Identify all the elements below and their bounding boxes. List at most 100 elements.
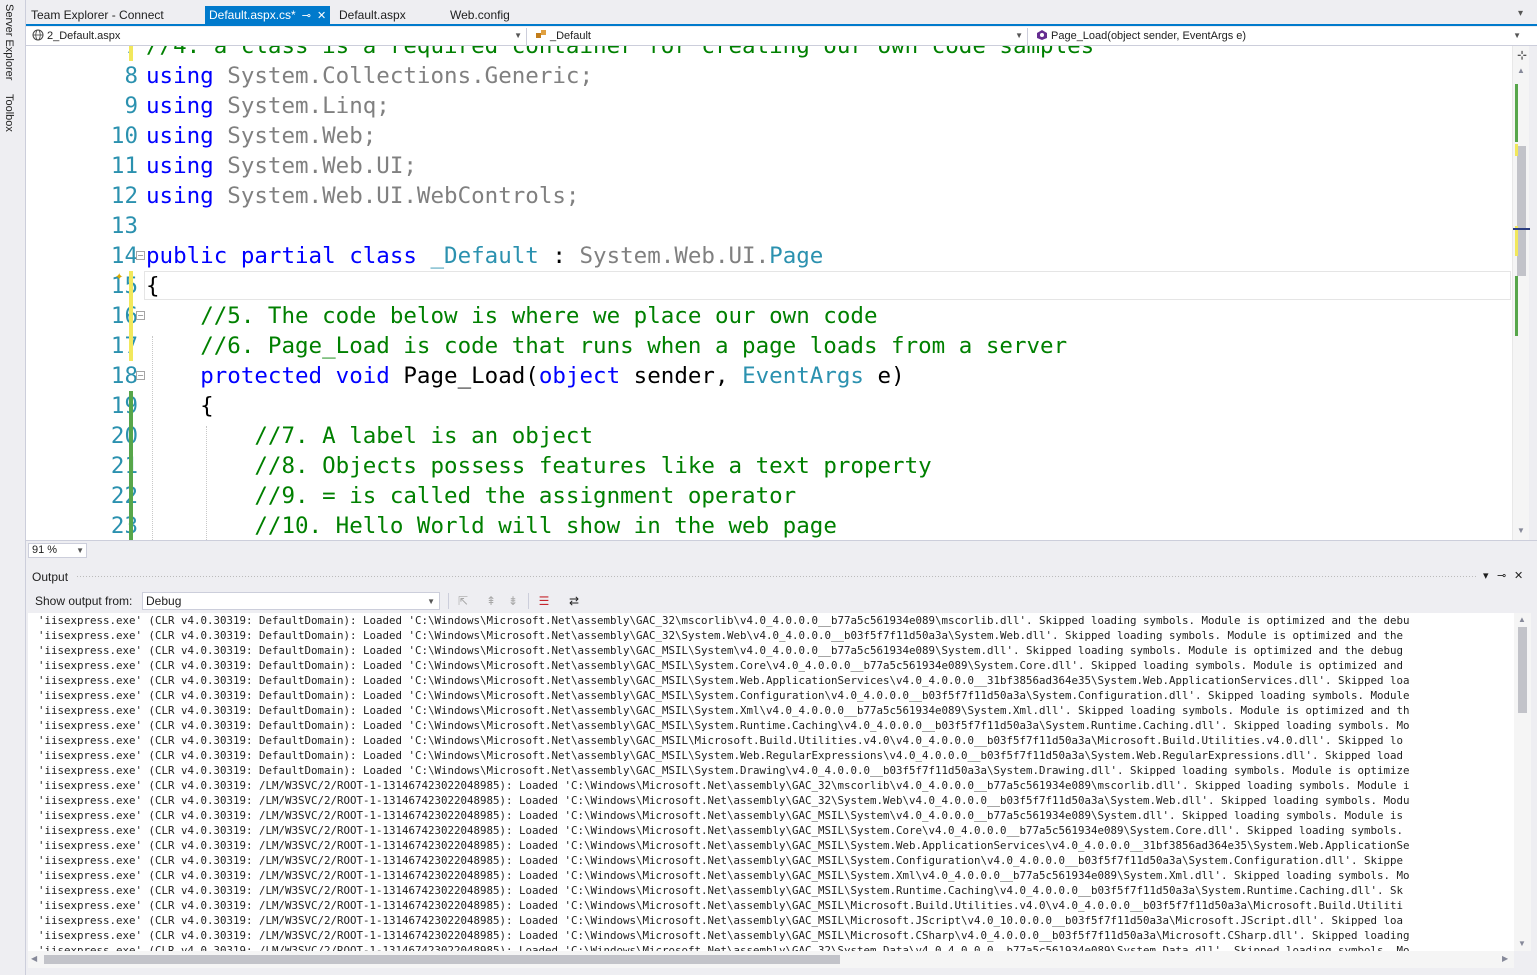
toolbar-separator [448,593,449,609]
code-line[interactable]: 10 using System.Web; [26,121,1515,151]
clear-all-icon[interactable]: ☰ [535,592,553,610]
code-line[interactable]: 9 using System.Linq; [26,91,1515,121]
caret-position-marker [1513,228,1530,230]
toolbox-tab[interactable]: Toolbox [3,94,15,132]
output-line: 'iisexpress.exe' (CLR v4.0.30319: /LM/W3… [38,929,1410,942]
output-vertical-scrollbar[interactable]: ▲ ▼ [1514,613,1531,951]
code-token: //5. The code below is where we place ou… [200,303,878,329]
scroll-up-icon[interactable]: ▲ [1518,615,1526,624]
scroll-left-icon[interactable]: ◀ [31,954,37,963]
code-line[interactable]: 16− //5. The code below is where we plac… [26,301,1515,331]
tab-default-aspx[interactable]: Default.aspx [335,6,410,25]
code-line[interactable]: 13 [26,211,1515,241]
change-marker [1515,276,1518,336]
scroll-up-icon[interactable]: ▲ [1517,66,1525,75]
output-line: 'iisexpress.exe' (CLR v4.0.30319: /LM/W3… [38,884,1404,897]
word-wrap-icon[interactable]: ⇄ [565,592,583,610]
code-line[interactable]: 20 //7. A label is an object [26,421,1515,451]
code-line[interactable]: 22 //9. = is called the assignment opera… [26,481,1515,511]
change-marker [1515,226,1518,256]
code-text: using System.Web.UI; [146,151,417,181]
tab-web-config[interactable]: Web.config [446,6,514,25]
dropdown-icon[interactable]: ▾ [1483,569,1489,582]
code-token: void [335,363,390,389]
lightbulb-icon[interactable]: ✦ [115,272,123,283]
code-token: EventArgs [742,363,864,389]
code-token: using [146,63,214,89]
saved-change-bar [129,511,133,540]
code-line[interactable]: 18− protected void Page_Load(object send… [26,361,1515,391]
scroll-thumb[interactable] [1518,627,1527,713]
code-line[interactable]: 7 //4. a class is a required container fo… [26,46,1515,61]
server-explorer-tab[interactable]: Server Explorer [3,4,15,80]
code-text: //10. Hello World will show in the web p… [146,511,836,540]
scroll-right-icon[interactable]: ▶ [1502,954,1508,963]
scroll-down-icon[interactable]: ▼ [1517,526,1525,535]
pin-icon[interactable]: ⊸ [302,7,311,26]
collapse-icon[interactable]: − [136,371,145,380]
code-line[interactable]: 21 //8. Objects possess features like a … [26,451,1515,481]
code-line[interactable]: 12 using System.Web.UI.WebControls; [26,181,1515,211]
project-dropdown[interactable]: 2_Default.aspx ▼ [28,28,527,45]
code-line[interactable]: 15 { [26,271,1515,301]
pin-icon[interactable]: ⊸ [1497,569,1506,582]
code-line[interactable]: 19 { [26,391,1515,421]
code-editor[interactable]: 7 //4. a class is a required container fo… [26,46,1515,540]
find-message-icon[interactable]: ⇱ [454,592,472,610]
code-text: //6. Page_Load is code that runs when a … [146,331,1067,361]
previous-message-icon[interactable]: ⇞ [482,592,500,610]
split-icon[interactable]: ⊹ [1517,48,1527,62]
scroll-thumb[interactable] [1517,146,1526,276]
code-token: System.Web.UI; [213,153,417,179]
code-token: System.Web.UI.WebControls; [213,183,580,209]
type-dropdown[interactable]: _Default ▼ [531,28,1028,45]
scroll-down-icon[interactable]: ▼ [1518,939,1526,948]
code-text: //7. A label is an object [146,421,593,451]
code-text: //9. = is called the assignment operator [146,481,796,511]
scroll-thumb[interactable] [44,955,840,964]
tab-overflow-icon[interactable]: ▾ [1518,8,1523,19]
chevron-down-icon: ▼ [514,31,522,40]
output-header: Output ▾ ⊸ ✕ [26,566,1537,586]
member-dropdown[interactable]: Page_Load(object sender, EventArgs e) ▼ [1032,28,1525,45]
next-message-icon[interactable]: ⇟ [504,592,522,610]
code-token: //6. Page_Load is code that runs when a … [200,333,1068,359]
code-line[interactable]: 14− public partial class _Default : Syste… [26,241,1515,271]
output-line: 'iisexpress.exe' (CLR v4.0.30319: /LM/W3… [38,779,1410,792]
code-token: //9. = is called the assignment operator [254,483,797,509]
code-line[interactable]: 17 //6. Page_Load is code that runs when… [26,331,1515,361]
toolbar-separator [528,593,529,609]
code-token: Page_Load( [389,363,539,389]
zoom-dropdown[interactable]: 91 % ▼ [28,543,87,558]
method-icon [1037,30,1047,40]
output-text[interactable]: 'iisexpress.exe' (CLR v4.0.30319: Defaul… [28,613,1514,951]
drag-grip[interactable] [76,575,1476,579]
line-number: 22 [110,483,138,509]
output-line: 'iisexpress.exe' (CLR v4.0.30319: Defaul… [38,674,1410,687]
tab-default-aspx-cs[interactable]: Default.aspx.cs* ⊸ ✕ [205,6,331,26]
close-icon[interactable]: ✕ [1514,569,1523,582]
output-line: 'iisexpress.exe' (CLR v4.0.30319: Defaul… [38,629,1404,642]
collapse-icon[interactable]: − [136,251,145,260]
collapse-icon[interactable]: − [136,311,145,320]
editor-vertical-scrollbar[interactable]: ⊹ ▲ ▼ [1512,46,1530,540]
code-token: //7. A label is an object [254,423,594,449]
code-token: { [146,393,214,419]
code-line[interactable]: 23 //10. Hello World will show in the we… [26,511,1515,540]
project-name: 2_Default.aspx [47,30,121,42]
output-horizontal-scrollbar[interactable]: ◀ ▶ [28,951,1514,968]
line-number: 8 [124,63,138,89]
close-icon[interactable]: ✕ [317,7,326,26]
line-number: 9 [124,93,138,119]
code-token: protected [200,363,323,389]
output-source-select[interactable]: Debug ▼ [142,592,440,610]
output-title: Output [32,570,69,584]
code-text: //5. The code below is where we place ou… [146,301,878,331]
code-line[interactable]: 8 using System.Collections.Generic; [26,61,1515,91]
tab-team-explorer[interactable]: Team Explorer - Connect [27,6,168,25]
type-name: _Default [550,30,591,42]
code-line[interactable]: 11 using System.Web.UI; [26,151,1515,181]
